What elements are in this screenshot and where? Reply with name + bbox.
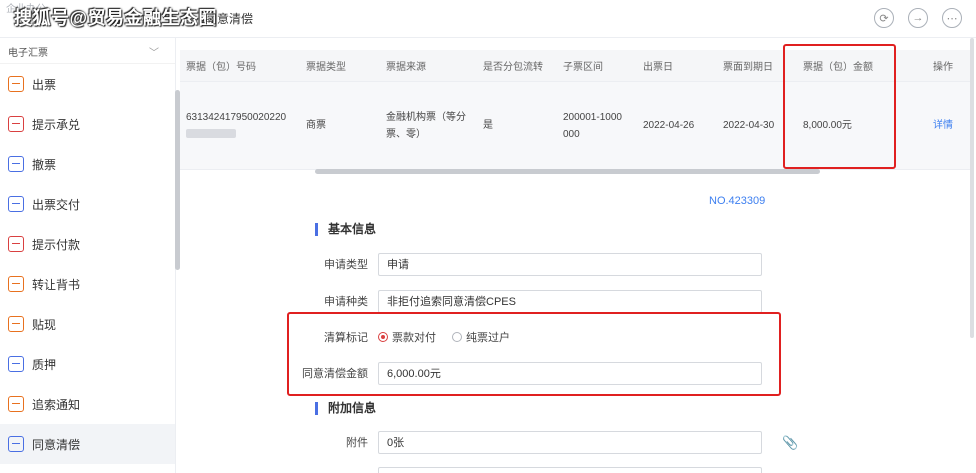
cell-amount: 8,000.00元: [803, 120, 852, 131]
sidebar-item-label: 出票交付: [32, 197, 81, 212]
draw-bill-icon: [8, 76, 24, 92]
form-row-next: [300, 466, 780, 473]
endorse-icon: [8, 276, 24, 292]
radio-pure-transfer[interactable]: 纯票过户: [452, 329, 510, 345]
cell-bill-type: 商票: [306, 120, 326, 131]
page-vertical-scrollbar[interactable]: [970, 38, 974, 338]
col-due-date: 票面到期日: [723, 62, 773, 73]
recourse-icon: [8, 396, 24, 412]
sidebar-item-draw[interactable]: 出票: [0, 64, 175, 104]
table-row: 631342417950020220 商票 金融机构票（等分 票、零） 是 20…: [180, 82, 970, 170]
col-issue-date: 出票日: [643, 62, 673, 73]
sidebar-item-label: 出票: [32, 77, 57, 92]
sidebar-item-label: 质押: [32, 357, 57, 372]
form-row-apply-type: 申请类型 申请: [300, 252, 780, 276]
sidebar-item-recourse[interactable]: 追索通知: [0, 384, 175, 424]
sidebar-item-label: 提示付款: [32, 237, 81, 252]
cell-bill-no: 631342417950020220: [180, 109, 300, 143]
form-row-settle-mark: 清算标记 票款对付 纯票过户: [300, 325, 780, 349]
radio-checked-icon: [378, 332, 388, 342]
col-bill-no: 票据（包）号码: [186, 62, 256, 73]
col-split: 是否分包流转: [483, 62, 543, 73]
apply-type-field[interactable]: 申请: [378, 252, 762, 276]
sidebar-item-acceptance[interactable]: 提示承兑: [0, 104, 175, 144]
settle-amount-field[interactable]: 6,000.00元: [378, 361, 762, 385]
tab-settle[interactable]: 同意清偿: [205, 10, 253, 27]
cell-split: 是: [483, 120, 493, 131]
table-header: 票据（包）号码 票据类型 票据来源 是否分包流转 子票区间 出票日 票面到期日 …: [180, 50, 970, 82]
settle-amount-label: 同意清偿金额: [302, 368, 368, 380]
toolbar-icons: ⟳ → ⋯: [874, 8, 962, 28]
watermark: 搜狐号@贸易金融生态圈: [14, 8, 218, 28]
sidebar-item-label: 同意清偿: [32, 437, 81, 452]
sidebar-item-endorse[interactable]: 转让背书: [0, 264, 175, 304]
exit-icon[interactable]: →: [908, 8, 928, 28]
masked-text: [186, 129, 236, 139]
cell-due-date: 2022-04-30: [723, 120, 775, 131]
col-action: 操作: [933, 62, 953, 73]
settle-icon: [8, 436, 24, 452]
sidebar-item-discount[interactable]: 贴现: [0, 304, 175, 344]
attachment-label: 附件: [346, 437, 368, 449]
col-range: 子票区间: [563, 62, 603, 73]
form-row-settle-amount: 同意清偿金额 6,000.00元: [300, 361, 780, 385]
col-bill-type: 票据类型: [306, 62, 346, 73]
cell-issue-date: 2022-04-26: [643, 120, 695, 131]
sidebar-item-label: 提示承兑: [32, 117, 81, 132]
cell-source: 金融机构票（等分 票、零）: [386, 111, 466, 140]
form-row-apply-kind: 申请种类 非拒付追索同意清偿CPES: [300, 289, 780, 313]
sidebar: 电子汇票 ﹀ 出票 提示承兑 撤票 出票交付 提示付款 转让背书 贴现 质押 追…: [0, 38, 176, 473]
refresh-icon[interactable]: ⟳: [874, 8, 894, 28]
pledge-icon: [8, 356, 24, 372]
apply-type-label: 申请类型: [324, 259, 368, 271]
main-content: 票据（包）号码 票据类型 票据来源 是否分包流转 子票区间 出票日 票面到期日 …: [180, 38, 976, 473]
payment-icon: [8, 236, 24, 252]
apply-kind-field[interactable]: 非拒付追索同意清偿CPES: [378, 289, 762, 313]
bill-table: 票据（包）号码 票据类型 票据来源 是否分包流转 子票区间 出票日 票面到期日 …: [180, 50, 970, 170]
paperclip-icon[interactable]: 📎: [782, 435, 798, 450]
cell-range: 200001-1000 000: [563, 111, 622, 140]
section-extra-info: 附加信息: [315, 402, 376, 415]
radio-payment-against-bill[interactable]: 票款对付: [378, 329, 436, 345]
acceptance-icon: [8, 116, 24, 132]
more-icon[interactable]: ⋯: [942, 8, 962, 28]
discount-icon: [8, 316, 24, 332]
section-basic-info: 基本信息: [315, 223, 376, 236]
sidebar-item-settle[interactable]: 同意清偿: [0, 424, 175, 464]
sidebar-group-header[interactable]: 电子汇票 ﹀: [0, 38, 175, 64]
sidebar-item-label: 撤票: [32, 157, 57, 172]
sidebar-item-revoke[interactable]: 撤票: [0, 144, 175, 184]
form-row-attachment: 附件 0张: [300, 430, 780, 454]
table-horizontal-scrollbar[interactable]: [315, 169, 820, 174]
delivery-icon: [8, 196, 24, 212]
sidebar-item-label: 转让背书: [32, 277, 81, 292]
revoke-icon: [8, 156, 24, 172]
next-field[interactable]: [378, 466, 762, 473]
col-source: 票据来源: [386, 62, 426, 73]
col-amount: 票据（包）金额: [803, 62, 873, 73]
radio-unchecked-icon: [452, 332, 462, 342]
detail-link[interactable]: 详情: [927, 117, 970, 134]
sidebar-group-label: 电子汇票: [8, 48, 48, 59]
sidebar-item-label: 追索通知: [32, 397, 81, 412]
apply-kind-label: 申请种类: [324, 296, 368, 308]
settle-mark-radio-group: 票款对付 纯票过户: [378, 329, 510, 345]
sidebar-item-payment[interactable]: 提示付款: [0, 224, 175, 264]
document-number: NO.423309: [709, 195, 766, 207]
top-bar: 企业办公 搜狐号@贸易金融生态圈 同意清偿 ⟳ → ⋯: [0, 0, 976, 38]
settle-mark-label: 清算标记: [324, 332, 368, 344]
sidebar-item-label: 贴现: [32, 317, 57, 332]
attachment-field[interactable]: 0张: [378, 430, 762, 454]
chevron-down-icon[interactable]: ﹀: [149, 44, 159, 59]
sidebar-item-delivery[interactable]: 出票交付: [0, 184, 175, 224]
sidebar-item-pledge[interactable]: 质押: [0, 344, 175, 384]
